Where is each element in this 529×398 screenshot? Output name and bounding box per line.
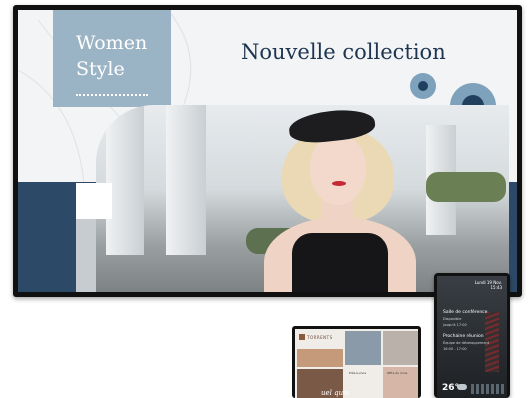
main-display-screen: Women Style Nouvelle collection (18, 10, 517, 292)
mini-photo-hands (297, 349, 343, 367)
portrait-display-screen: Lundi 19 Nov. 15:43 Salle de conférence … (437, 276, 507, 398)
decor-circle-small (410, 73, 436, 99)
photo-pillar (166, 105, 206, 255)
main-display: Women Style Nouvelle collection (13, 5, 522, 297)
mini-caption-1: Prêt-à-vivre (349, 371, 367, 375)
mini-signature: uel quis (321, 389, 349, 397)
brand-logo-text: Women Style (76, 30, 147, 82)
model-lips (332, 181, 346, 186)
mini-photo-person (383, 331, 418, 365)
mini-logo-text: TORRENTS (307, 335, 333, 340)
room-until: jusqu'à 17:00 (443, 323, 467, 327)
model-face (310, 135, 366, 205)
forecast-strip (471, 384, 505, 394)
mini-display-screen: TORRENTS Prêt-à-vivre Offre du mois uel … (295, 329, 418, 398)
brand-mark-icon (299, 334, 305, 340)
headline: Nouvelle collection (241, 40, 446, 64)
photo-greenery (426, 172, 506, 202)
mini-photo-phone (345, 331, 381, 365)
time-label: 15:43 (490, 285, 502, 290)
brand-line-1: Women (76, 32, 148, 54)
next-meeting: Prochaine réunion Équipe de développemen… (443, 334, 489, 352)
brand-divider (76, 94, 148, 96)
room-status: Salle de conférence Disponible jusqu'à 1… (443, 310, 487, 328)
cloud-icon (457, 384, 467, 390)
mini-caption-2: Offre du mois (387, 371, 408, 375)
decor-grey-bar (76, 219, 96, 292)
next-meeting-time: 16:00 - 17:00 (443, 347, 467, 351)
brand-line-2: Style (76, 58, 125, 80)
decor-white-square (76, 183, 112, 219)
date-time: Lundi 19 Nov. 15:43 (475, 280, 502, 290)
model-dress (292, 233, 388, 292)
mini-display: TORRENTS Prêt-à-vivre Offre du mois uel … (292, 326, 421, 398)
photo-pillar (106, 105, 144, 255)
model-photo (96, 105, 509, 292)
portrait-display: Lundi 19 Nov. 15:43 Salle de conférence … (434, 273, 510, 398)
model-neck (322, 201, 354, 231)
